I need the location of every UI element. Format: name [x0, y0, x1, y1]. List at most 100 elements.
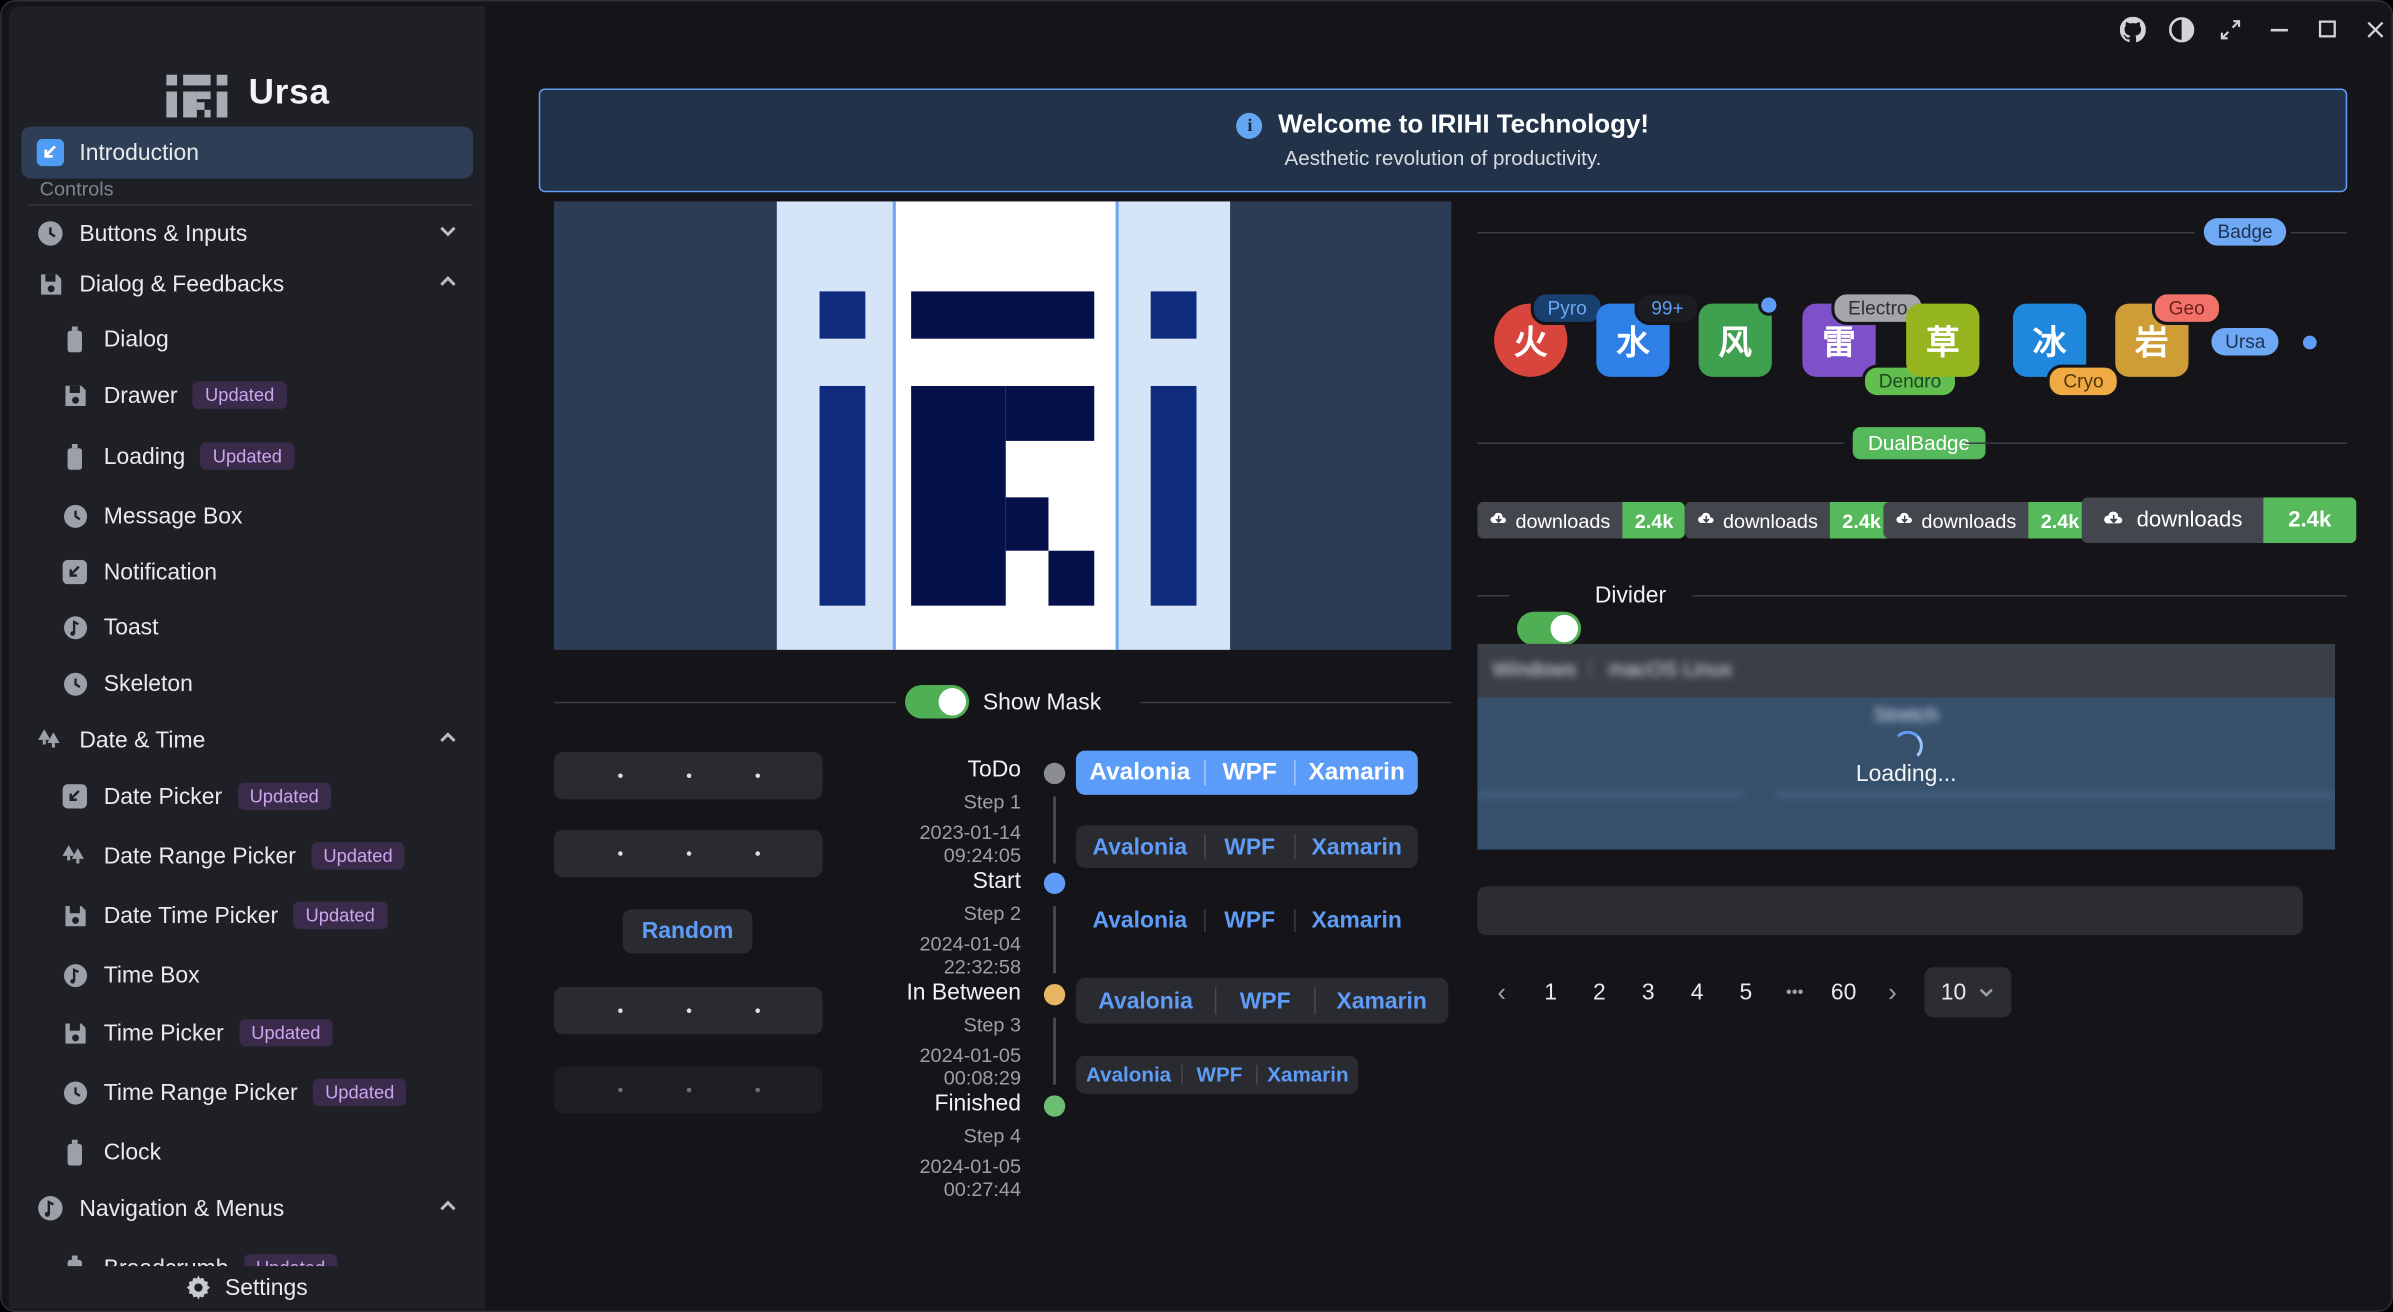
page-next-button[interactable]: ›: [1876, 977, 1910, 1008]
sidebar-item-date-time-picker[interactable]: Date Time Picker Updated: [21, 889, 473, 941]
xamarin-button[interactable]: Xamarin: [1296, 900, 1418, 941]
dual-badge-key: downloads: [1723, 509, 1818, 532]
battery-icon: [61, 442, 88, 469]
sidebar-item-buttons-inputs[interactable]: Buttons & Inputs: [21, 207, 473, 259]
step-time: 2024-01-05 00:27:44: [838, 1155, 1021, 1201]
logo-block: [1006, 497, 1049, 550]
page-button-4[interactable]: 4: [1680, 979, 1714, 1005]
updated-badge: Updated: [313, 1079, 407, 1106]
sidebar-item-date-time[interactable]: Date & Time: [21, 714, 473, 766]
settings-button[interactable]: Settings: [9, 1266, 485, 1309]
sidebar-item-time-range-picker[interactable]: Time Range Picker Updated: [21, 1066, 473, 1118]
compare-slider-line[interactable]: [1116, 201, 1119, 650]
blurred-divider: [1477, 793, 1744, 796]
sidebar-clipped-row: Breadcrumb Updated: [9, 1242, 485, 1266]
step-dot-todo: [1044, 763, 1065, 784]
sidebar-item-navigation-menus[interactable]: Navigation & Menus: [21, 1182, 473, 1234]
sidebar-item-skeleton[interactable]: Skeleton: [21, 658, 473, 710]
standalone-dot-badge: [2303, 336, 2317, 350]
sidebar-item-label: Loading: [104, 443, 185, 469]
dual-badge: downloads 2.4k: [1477, 502, 1685, 539]
divider-toggle[interactable]: [1517, 612, 1581, 646]
xamarin-button[interactable]: Xamarin: [1296, 825, 1418, 868]
page-button-5[interactable]: 5: [1729, 979, 1763, 1005]
updated-badge: Updated: [201, 442, 295, 469]
sidebar-item-time-box[interactable]: Time Box: [21, 949, 473, 1001]
sidebar-item-date-picker[interactable]: Date Picker Updated: [21, 770, 473, 822]
sidebar-item-label: Navigation & Menus: [79, 1195, 284, 1221]
chevron-up-icon: [438, 1195, 458, 1221]
sidebar-item-message-box[interactable]: Message Box: [21, 490, 473, 542]
divider-line: [1477, 442, 1843, 444]
step-title: ToDo: [838, 757, 1021, 783]
step-title: Finished: [838, 1091, 1021, 1117]
sidebar-item-breadcrumb[interactable]: Breadcrumb Updated: [21, 1242, 473, 1266]
wpf-button[interactable]: WPF: [1205, 900, 1294, 941]
step-time: 2024-01-04 22:32:58: [838, 932, 1021, 978]
fullscreen-icon[interactable]: [2216, 15, 2243, 42]
tab-windows[interactable]: Windows: [1493, 658, 1577, 681]
avalonia-button[interactable]: Avalonia: [1076, 825, 1204, 868]
compare-slider-line[interactable]: [893, 201, 896, 650]
sidebar-item-label: Clock: [104, 1139, 161, 1165]
minimize-icon[interactable]: [2265, 15, 2292, 42]
sidebar-item-time-picker[interactable]: Time Picker Updated: [21, 1007, 473, 1059]
maximize-icon[interactable]: [2314, 15, 2341, 42]
sidebar-item-notification[interactable]: Notification: [21, 546, 473, 598]
element-dendro: 草: [1906, 304, 1979, 377]
wpf-button[interactable]: WPF: [1205, 751, 1294, 795]
close-icon[interactable]: [2361, 15, 2388, 42]
sidebar-item-label: Time Box: [104, 962, 200, 988]
step-time: 2024-01-05 00:08:29: [838, 1043, 1021, 1089]
sidebar-item-label: Time Picker: [104, 1020, 224, 1046]
theme-toggle-icon[interactable]: [2167, 15, 2194, 42]
sidebar-item-drawer[interactable]: Drawer Updated: [21, 369, 473, 421]
xamarin-button[interactable]: Xamarin: [1296, 751, 1418, 795]
sidebar-item-introduction[interactable]: Introduction: [21, 127, 473, 179]
github-icon[interactable]: [2118, 15, 2145, 42]
sidebar-item-date-range-picker[interactable]: Date Range Picker Updated: [21, 830, 473, 882]
step-connector: [1053, 796, 1056, 863]
sidebar-item-loading[interactable]: Loading Updated: [21, 430, 473, 482]
logo-block: [911, 291, 1094, 338]
sidebar-item-clock[interactable]: Clock: [21, 1126, 473, 1178]
page-button-1[interactable]: 1: [1534, 979, 1568, 1005]
sidebar-item-toast[interactable]: Toast: [21, 601, 473, 653]
avalonia-button[interactable]: Avalonia: [1076, 978, 1215, 1024]
page-button-2[interactable]: 2: [1583, 979, 1617, 1005]
avalonia-button[interactable]: Avalonia: [1076, 751, 1204, 795]
floppy-icon: [61, 1019, 88, 1046]
page-size-select[interactable]: 10: [1924, 967, 2011, 1017]
avalonia-button[interactable]: Avalonia: [1076, 900, 1204, 941]
avalonia-button[interactable]: Avalonia: [1076, 1056, 1181, 1094]
logo-block: [1006, 386, 1095, 441]
controls-section-label: Controls: [40, 177, 114, 200]
wpf-button[interactable]: WPF: [1217, 978, 1314, 1024]
pagination: ‹ 1 2 3 4 5 ••• 60 › 10: [1485, 967, 2012, 1017]
wpf-button[interactable]: WPF: [1183, 1056, 1256, 1094]
xamarin-button[interactable]: Xamarin: [1315, 978, 1448, 1024]
element-anemo: 风: [1699, 304, 1772, 377]
page-button-3[interactable]: 3: [1631, 979, 1665, 1005]
sidebar-item-dialog[interactable]: Dialog: [21, 313, 473, 365]
arrow-square-icon: [37, 139, 64, 166]
dual-badge: downloads 2.4k: [1685, 502, 1893, 539]
image-viewer[interactable]: [554, 201, 1451, 650]
app-logo: Ursa: [9, 61, 485, 122]
xamarin-button[interactable]: Xamarin: [1258, 1056, 1359, 1094]
dot-badge: [1758, 294, 1779, 315]
page-prev-button[interactable]: ‹: [1485, 977, 1519, 1008]
chevron-up-icon: [438, 271, 458, 297]
logo-block: [1151, 291, 1197, 338]
dual-badge-value: 2.4k: [1623, 502, 1686, 539]
tab-macos-linux[interactable]: macOS Linux: [1609, 658, 1733, 681]
wpf-button[interactable]: WPF: [1205, 825, 1294, 868]
settings-label: Settings: [225, 1275, 308, 1301]
random-button[interactable]: Random: [623, 909, 753, 953]
sidebar-item-dialog-feedbacks[interactable]: Dialog & Feedbacks: [21, 258, 473, 310]
show-mask-toggle[interactable]: [905, 685, 969, 719]
step-dot-in-between: [1044, 984, 1065, 1005]
step-sub: Step 3: [838, 1013, 1021, 1036]
divider-line: [1477, 595, 1509, 597]
page-button-60[interactable]: 60: [1827, 979, 1861, 1005]
